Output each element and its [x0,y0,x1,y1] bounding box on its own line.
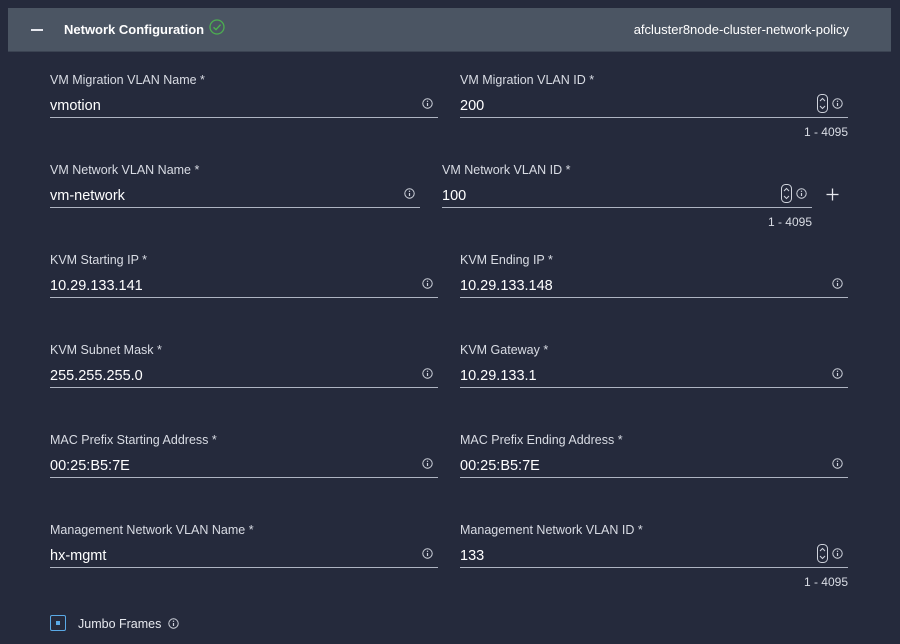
info-icon[interactable] [796,188,807,199]
field-label: VM Network VLAN ID * [442,163,571,177]
field-value[interactable]: 00:25:B5:7E [460,458,540,474]
range-hint: 1 - 4095 [767,215,812,229]
field-label: VM Network VLAN Name * [50,163,200,177]
range-hint: 1 - 4095 [803,575,848,589]
vm-network-vlan-name-field[interactable]: VM Network VLAN Name * vm-network [50,163,420,213]
vm-network-vlan-id-field[interactable]: VM Network VLAN ID * 100 1 - 4095 [442,163,812,233]
mgmt-vlan-name-field[interactable]: Management Network VLAN Name * hx-mgmt [50,523,438,573]
field-underline [460,567,848,568]
section-header[interactable]: Network Configuration afcluster8node-clu… [8,8,891,52]
kvm-gateway-field[interactable]: KVM Gateway * 10.29.133.1 [460,343,848,393]
mgmt-vlan-id-field[interactable]: Management Network VLAN ID * 133 1 - 409… [460,523,848,593]
field-label: VM Migration VLAN ID * [460,73,595,87]
field-value[interactable]: 10.29.133.148 [460,278,553,294]
info-icon[interactable] [422,458,433,469]
field-label: MAC Prefix Starting Address * [50,433,217,447]
info-icon[interactable] [168,618,179,629]
field-underline [50,297,438,298]
add-icon[interactable] [826,188,839,201]
field-underline [460,387,848,388]
info-icon[interactable] [832,368,843,379]
vm-migration-vlan-name-field[interactable]: VM Migration VLAN Name * vmotion [50,73,438,123]
field-value[interactable]: vmotion [50,98,101,114]
jumbo-frames-label: Jumbo Frames [78,617,162,631]
field-underline [50,207,420,208]
field-label: KVM Starting IP * [50,253,148,267]
range-hint: 1 - 4095 [803,125,848,139]
info-icon[interactable] [832,458,843,469]
field-value[interactable]: 255.255.255.0 [50,368,143,384]
info-icon[interactable] [404,188,415,199]
kvm-starting-ip-field[interactable]: KVM Starting IP * 10.29.133.141 [50,253,438,303]
vm-migration-vlan-id-field[interactable]: VM Migration VLAN ID * 200 1 - 4095 [460,73,848,143]
checkbox-indicator [56,621,60,625]
kvm-ending-ip-field[interactable]: KVM Ending IP * 10.29.133.148 [460,253,848,303]
collapse-icon[interactable] [31,29,43,31]
section-title: Network Configuration [64,22,205,37]
field-label: Management Network VLAN Name * [50,523,254,537]
field-value[interactable]: 133 [460,548,484,564]
field-value[interactable]: 10.29.133.1 [460,368,537,384]
field-label: KVM Gateway * [460,343,549,357]
stepper-icon[interactable] [781,184,792,203]
field-underline [50,387,438,388]
field-value[interactable]: 200 [460,98,484,114]
field-underline [442,207,812,208]
field-value[interactable]: 100 [442,188,466,204]
field-value[interactable]: 10.29.133.141 [50,278,143,294]
kvm-subnet-mask-field[interactable]: KVM Subnet Mask * 255.255.255.0 [50,343,438,393]
info-icon[interactable] [422,548,433,559]
stepper-icon[interactable] [817,544,828,563]
field-value[interactable]: vm-network [50,188,125,204]
field-underline [460,117,848,118]
info-icon[interactable] [422,278,433,289]
policy-name: afcluster8node-cluster-network-policy [633,22,849,37]
field-underline [460,477,848,478]
field-underline [50,477,438,478]
jumbo-frames-checkbox[interactable] [50,615,66,631]
field-underline [460,297,848,298]
info-icon[interactable] [832,548,843,559]
field-label: Management Network VLAN ID * [460,523,643,537]
info-icon[interactable] [832,278,843,289]
field-underline [50,567,438,568]
info-icon[interactable] [422,98,433,109]
stepper-icon[interactable] [817,94,828,113]
info-icon[interactable] [832,98,843,109]
field-value[interactable]: 00:25:B5:7E [50,458,130,474]
field-label: VM Migration VLAN Name * [50,73,205,87]
field-label: KVM Ending IP * [460,253,553,267]
field-value[interactable]: hx-mgmt [50,548,106,564]
field-label: KVM Subnet Mask * [50,343,162,357]
mac-prefix-end-field[interactable]: MAC Prefix Ending Address * 00:25:B5:7E [460,433,848,483]
field-underline [50,117,438,118]
info-icon[interactable] [422,368,433,379]
check-circle-icon [209,19,225,35]
mac-prefix-start-field[interactable]: MAC Prefix Starting Address * 00:25:B5:7… [50,433,438,483]
field-label: MAC Prefix Ending Address * [460,433,623,447]
